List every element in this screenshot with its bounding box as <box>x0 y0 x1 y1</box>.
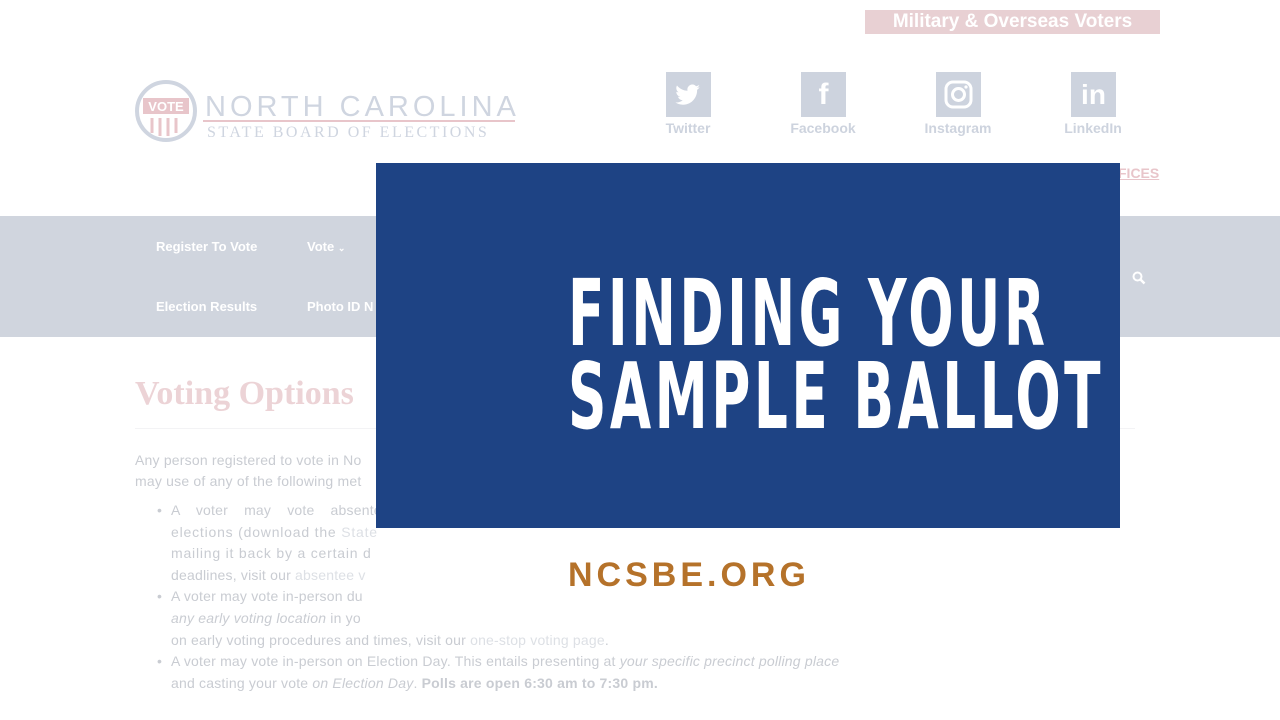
emphasis: any early voting location <box>171 610 327 626</box>
bullet: • <box>157 653 162 669</box>
polls-hours: Polls are open 6:30 am to 7:30 pm. <box>421 675 658 691</box>
linkedin-label[interactable]: LinkedIn <box>1033 120 1153 136</box>
state-link[interactable]: State <box>341 524 378 540</box>
logo-line2: STATE BOARD OF ELECTIONS <box>207 124 489 141</box>
text: on early voting procedures and times, vi… <box>171 632 471 648</box>
text: and casting your vote <box>171 675 313 691</box>
logo-badge-text: VOTE <box>148 99 184 114</box>
list-item-line: A voter may vote in-person du <box>171 588 363 604</box>
list-item-line: mailing it back by a certain d <box>171 545 372 561</box>
bullet: • <box>157 588 162 604</box>
nav-election-results[interactable]: Election Results <box>156 299 257 314</box>
website-url: NCSBE.ORG <box>568 556 810 594</box>
search-icon[interactable] <box>1132 271 1146 285</box>
list-item-line: and casting your vote on Election Day. P… <box>171 675 658 691</box>
emphasis: your specific precinct polling place <box>619 653 840 669</box>
instagram-icon[interactable] <box>936 72 981 117</box>
twitter-label[interactable]: Twitter <box>628 120 748 136</box>
site-logo[interactable]: VOTE NORTH CAROLINA STATE BOARD OF ELECT… <box>135 78 520 144</box>
vote-seal-icon: VOTE NORTH CAROLINA STATE BOARD OF ELECT… <box>135 80 520 142</box>
nav-photo-id[interactable]: Photo ID N <box>307 299 373 314</box>
twitter-icon[interactable] <box>666 72 711 117</box>
text: deadlines, visit our <box>171 567 296 583</box>
list-item-line: elections (download the State <box>171 524 378 540</box>
nav-vote-label: Vote <box>307 239 335 254</box>
nav-vote[interactable]: Vote ⌄ <box>307 239 345 254</box>
title-line-2: SAMPLE BALLOT <box>568 343 1105 450</box>
instagram-label[interactable]: Instagram <box>898 120 1018 136</box>
bullet: • <box>157 502 162 518</box>
facebook-icon[interactable]: f <box>801 72 846 117</box>
intro-line: may use of any of the following met <box>135 473 362 489</box>
facebook-label[interactable]: Facebook <box>763 120 883 136</box>
text: . <box>604 632 609 648</box>
list-item-line: A voter may vote absentee <box>171 502 390 518</box>
logo-line1: NORTH CAROLINA <box>205 91 520 123</box>
text: . <box>413 675 422 691</box>
emphasis: on Election Day <box>312 675 414 691</box>
offices-link[interactable]: FICES <box>1118 165 1159 181</box>
absentee-link[interactable]: absentee v <box>295 567 366 583</box>
list-item-line: any early voting location in yo <box>171 610 361 626</box>
list-item-line: deadlines, visit our absentee v <box>171 567 366 583</box>
text: elections (download the <box>171 524 342 540</box>
list-item-line: A voter may vote in-person on Election D… <box>171 653 839 669</box>
one-stop-link[interactable]: one-stop voting page <box>470 632 605 648</box>
military-overseas-voters-link[interactable]: Military & Overseas Voters <box>865 10 1160 34</box>
page-heading: Voting Options <box>135 375 354 412</box>
nav-register-to-vote[interactable]: Register To Vote <box>156 239 257 254</box>
text: in yo <box>326 610 361 626</box>
list-item-line: on early voting procedures and times, vi… <box>171 632 609 648</box>
linkedin-icon[interactable]: in <box>1071 72 1116 117</box>
chevron-down-icon: ⌄ <box>337 243 346 253</box>
text: A voter may vote in-person on Election D… <box>171 653 620 669</box>
intro-line: Any person registered to vote in No <box>135 452 362 468</box>
